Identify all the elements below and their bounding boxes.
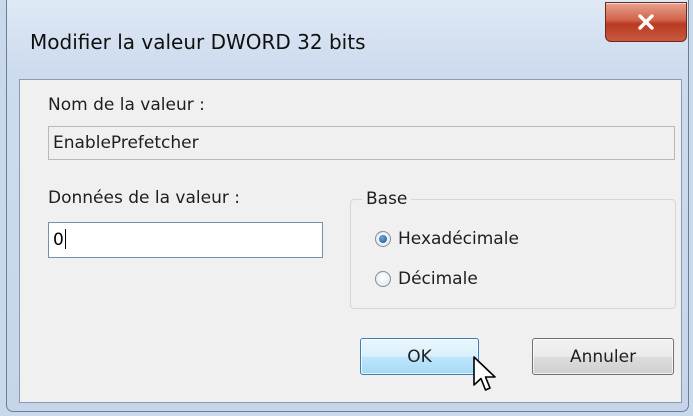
close-icon — [638, 14, 654, 30]
value-data-text: 0 — [53, 230, 64, 250]
close-button[interactable] — [605, 2, 687, 42]
cancel-button[interactable]: Annuler — [532, 338, 674, 375]
text-caret — [64, 229, 66, 249]
base-group-title: Base — [362, 189, 412, 209]
radio-hexadecimal[interactable]: Hexadécimale — [375, 229, 519, 249]
dialog-title: Modifier la valeur DWORD 32 bits — [30, 30, 366, 54]
value-data-input[interactable]: 0 — [48, 222, 323, 258]
dialog-body: Nom de la valeur : EnablePrefetcher Donn… — [19, 79, 682, 403]
value-name-field: EnablePrefetcher — [48, 126, 675, 160]
radio-hexadecimal-label: Hexadécimale — [398, 229, 519, 249]
radio-button[interactable] — [375, 271, 391, 287]
radio-dot — [379, 235, 387, 243]
value-data-label: Données de la valeur : — [48, 188, 240, 208]
radio-decimal-label: Décimale — [398, 269, 478, 289]
dword-edit-dialog: Modifier la valeur DWORD 32 bits Nom de … — [6, 0, 689, 412]
radio-button-selected[interactable] — [375, 231, 391, 247]
mouse-pointer-icon — [473, 356, 496, 391]
value-name-label: Nom de la valeur : — [48, 95, 205, 115]
base-groupbox — [350, 199, 676, 309]
title-bar[interactable]: Modifier la valeur DWORD 32 bits — [7, 0, 688, 80]
ok-button[interactable]: OK — [360, 338, 479, 375]
radio-decimal[interactable]: Décimale — [375, 269, 478, 289]
